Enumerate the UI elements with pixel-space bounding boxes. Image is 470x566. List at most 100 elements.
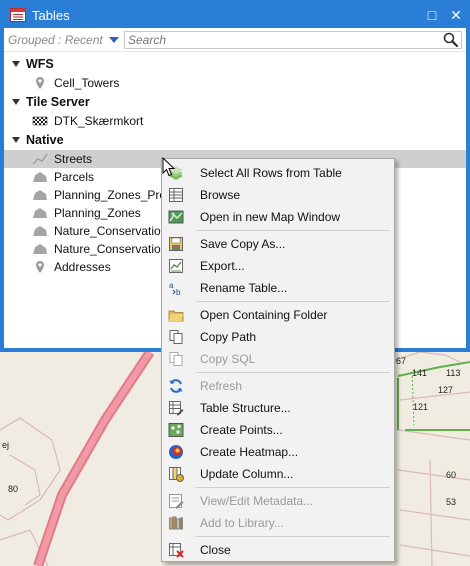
map-label: 80 xyxy=(8,484,18,494)
chevron-down-icon xyxy=(108,36,119,43)
menu-separator xyxy=(196,536,390,537)
menu-item-create-points[interactable]: Create Points... xyxy=(162,419,394,441)
browse-table-icon xyxy=(169,188,183,202)
menu-item-copy-sql[interactable]: Copy SQL xyxy=(162,348,394,370)
menu-item-label: Copy SQL xyxy=(200,352,256,366)
menu-item-label: Save Copy As... xyxy=(200,237,286,251)
menu-item-label: Close xyxy=(200,543,231,557)
tree-group-native[interactable]: Native xyxy=(4,130,466,150)
area-layer-icon xyxy=(33,244,47,254)
menu-item-label: Update Column... xyxy=(200,467,294,481)
copy-icon xyxy=(169,352,183,366)
close-table-icon xyxy=(169,543,184,558)
map-label: ej xyxy=(2,440,9,450)
map-label: 113 xyxy=(446,368,460,378)
search-input[interactable] xyxy=(125,31,461,48)
menu-item-export[interactable]: Export... xyxy=(162,255,394,277)
table-item-label: Addresses xyxy=(54,260,111,274)
refresh-icon xyxy=(169,379,183,393)
menu-item-label: Export... xyxy=(200,259,245,273)
line-layer-icon xyxy=(32,153,48,165)
map-label: 67 xyxy=(396,356,406,366)
metadata-icon xyxy=(169,494,184,509)
menu-item-rename-table[interactable]: ab Rename Table... xyxy=(162,277,394,299)
map-label: 60 xyxy=(446,470,456,480)
folder-icon xyxy=(168,310,184,322)
menu-item-open-map-window[interactable]: Open in new Map Window xyxy=(162,206,394,228)
window-title: Tables xyxy=(32,7,70,23)
menu-item-label: Open Containing Folder xyxy=(200,308,328,322)
menu-item-view-edit-metadata[interactable]: View/Edit Metadata... xyxy=(162,490,394,512)
area-layer-icon xyxy=(33,190,47,200)
menu-item-label: Add to Library... xyxy=(200,516,284,530)
group-label: Tile Server xyxy=(26,95,90,109)
table-item-label: Cell_Towers xyxy=(54,76,120,90)
window-titlebar[interactable]: Tables □ ✕ xyxy=(4,2,466,28)
menu-item-refresh[interactable]: Refresh xyxy=(162,375,394,397)
menu-separator xyxy=(196,487,390,488)
tables-toolbar: Grouped : Recent xyxy=(4,28,466,52)
expand-triangle-icon[interactable] xyxy=(12,61,20,67)
menu-item-close[interactable]: Close xyxy=(162,539,394,561)
menu-item-label: Rename Table... xyxy=(200,281,288,295)
group-by-dropdown[interactable]: Grouped : Recent xyxy=(8,33,124,47)
group-by-label: Grouped : Recent xyxy=(8,32,103,47)
menu-item-open-containing-folder[interactable]: Open Containing Folder xyxy=(162,304,394,326)
menu-item-create-heatmap[interactable]: Create Heatmap... xyxy=(162,441,394,463)
menu-item-add-to-library[interactable]: Add to Library... xyxy=(162,512,394,534)
table-item-label: Parcels xyxy=(54,170,95,184)
map-label: 127 xyxy=(438,385,453,395)
table-item-label: Nature_Conservation xyxy=(54,224,168,238)
expand-triangle-icon[interactable] xyxy=(12,137,20,143)
menu-separator xyxy=(196,301,390,302)
menu-item-browse[interactable]: Browse xyxy=(162,184,394,206)
area-layer-icon xyxy=(33,208,47,218)
svg-text:b: b xyxy=(176,288,181,296)
heatmap-icon xyxy=(169,445,183,459)
tree-group-tile-server[interactable]: Tile Server xyxy=(4,92,466,112)
table-item[interactable]: DTK_Skærmkort xyxy=(4,112,466,130)
maximize-button[interactable]: □ xyxy=(422,5,442,25)
point-marker-icon xyxy=(36,261,44,273)
menu-item-label: Create Points... xyxy=(200,423,283,437)
table-structure-icon xyxy=(169,401,184,416)
menu-item-label: Table Structure... xyxy=(200,401,291,415)
map-label: 141 xyxy=(412,368,427,378)
search-icon[interactable] xyxy=(442,32,460,48)
export-icon xyxy=(169,259,183,273)
map-label: 121 xyxy=(413,402,428,412)
search-box xyxy=(124,30,462,49)
map-label: 53 xyxy=(446,497,456,507)
table-item-label: Planning_Zones_Pro xyxy=(54,188,167,202)
menu-item-label: Browse xyxy=(200,188,241,202)
table-item[interactable]: Cell_Towers xyxy=(4,74,466,92)
menu-separator xyxy=(196,372,390,373)
menu-item-table-structure[interactable]: Table Structure... xyxy=(162,397,394,419)
group-label: Native xyxy=(26,133,64,147)
tree-group-wfs[interactable]: WFS xyxy=(4,54,466,74)
tables-icon xyxy=(10,8,26,22)
menu-item-label: View/Edit Metadata... xyxy=(200,494,314,508)
svg-text:a: a xyxy=(169,281,174,290)
library-icon xyxy=(169,516,183,530)
rename-icon: ab xyxy=(169,281,181,296)
menu-item-select-all-rows[interactable]: Select All Rows from Table xyxy=(162,162,394,184)
tile-layer-icon xyxy=(32,116,48,126)
table-item-label: Streets xyxy=(54,152,93,166)
map-window-icon xyxy=(168,210,184,224)
menu-item-save-copy-as[interactable]: Save Copy As... xyxy=(162,233,394,255)
menu-item-label: Open in new Map Window xyxy=(200,210,341,224)
table-item-label: DTK_Skærmkort xyxy=(54,114,144,128)
create-points-icon xyxy=(168,423,184,437)
point-marker-icon xyxy=(36,77,44,89)
menu-item-label: Create Heatmap... xyxy=(200,445,299,459)
update-column-icon xyxy=(169,467,184,482)
area-layer-icon xyxy=(33,172,47,182)
save-icon xyxy=(169,237,183,251)
copy-icon xyxy=(169,330,183,344)
menu-item-copy-path[interactable]: Copy Path xyxy=(162,326,394,348)
close-button[interactable]: ✕ xyxy=(446,5,466,25)
expand-triangle-icon[interactable] xyxy=(12,99,20,105)
menu-separator xyxy=(196,230,390,231)
menu-item-update-column[interactable]: Update Column... xyxy=(162,463,394,485)
